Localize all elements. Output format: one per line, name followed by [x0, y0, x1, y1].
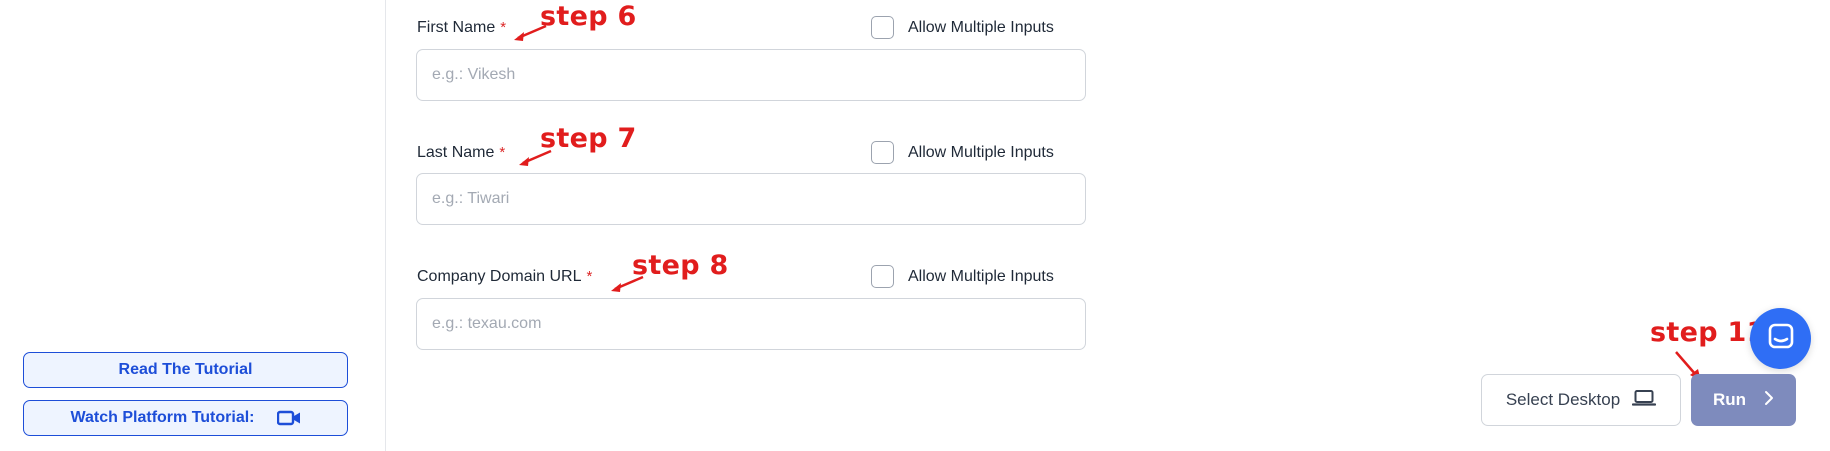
- first-name-input[interactable]: [416, 49, 1086, 101]
- step-8-arrow: [611, 275, 644, 292]
- allow-multiple-label: Allow Multiple Inputs: [908, 143, 1054, 161]
- watch-tutorial-button[interactable]: Watch Platform Tutorial:: [23, 400, 348, 436]
- step-7-arrow: [519, 149, 552, 166]
- run-button[interactable]: Run: [1691, 374, 1796, 426]
- last-name-input[interactable]: [416, 173, 1086, 225]
- required-marker: *: [500, 19, 507, 36]
- required-marker: *: [499, 144, 506, 161]
- company-domain-label-text: Company Domain URL: [417, 268, 582, 285]
- chat-bubble-icon: [1767, 322, 1795, 355]
- last-name-label: Last Name *: [417, 144, 505, 162]
- company-domain-input[interactable]: [416, 298, 1086, 350]
- video-camera-icon: [276, 410, 301, 426]
- allow-multiple-label: Allow Multiple Inputs: [908, 267, 1054, 285]
- first-name-allow-multiple-checkbox[interactable]: [871, 16, 894, 39]
- company-domain-allow-multiple[interactable]: Allow Multiple Inputs: [871, 265, 1054, 288]
- last-name-label-text: Last Name: [417, 144, 495, 161]
- watch-tutorial-label: Watch Platform Tutorial:: [70, 409, 255, 426]
- step-11-annotation: step 11: [1650, 317, 1766, 348]
- allow-multiple-label: Allow Multiple Inputs: [908, 18, 1054, 36]
- first-name-label: First Name *: [417, 19, 506, 37]
- last-name-allow-multiple-checkbox[interactable]: [871, 141, 894, 164]
- chat-launcher-button[interactable]: [1750, 308, 1811, 369]
- step-6-arrow: [514, 24, 547, 41]
- last-name-allow-multiple[interactable]: Allow Multiple Inputs: [871, 141, 1054, 164]
- chevron-right-icon: [1764, 390, 1774, 411]
- first-name-allow-multiple[interactable]: Allow Multiple Inputs: [871, 16, 1054, 39]
- laptop-icon: [1632, 389, 1657, 412]
- read-tutorial-label: Read The Tutorial: [118, 361, 253, 378]
- company-domain-label: Company Domain URL *: [417, 268, 592, 286]
- required-marker: *: [586, 268, 593, 285]
- run-label: Run: [1712, 390, 1747, 409]
- select-desktop-button[interactable]: Select Desktop: [1481, 374, 1681, 426]
- select-desktop-label: Select Desktop: [1505, 390, 1621, 409]
- sidebar: Read The Tutorial Watch Platform Tutoria…: [0, 0, 386, 451]
- step-6-annotation: step 6: [540, 1, 637, 32]
- read-tutorial-button[interactable]: Read The Tutorial: [23, 352, 348, 388]
- company-domain-allow-multiple-checkbox[interactable]: [871, 265, 894, 288]
- first-name-label-text: First Name: [417, 19, 496, 36]
